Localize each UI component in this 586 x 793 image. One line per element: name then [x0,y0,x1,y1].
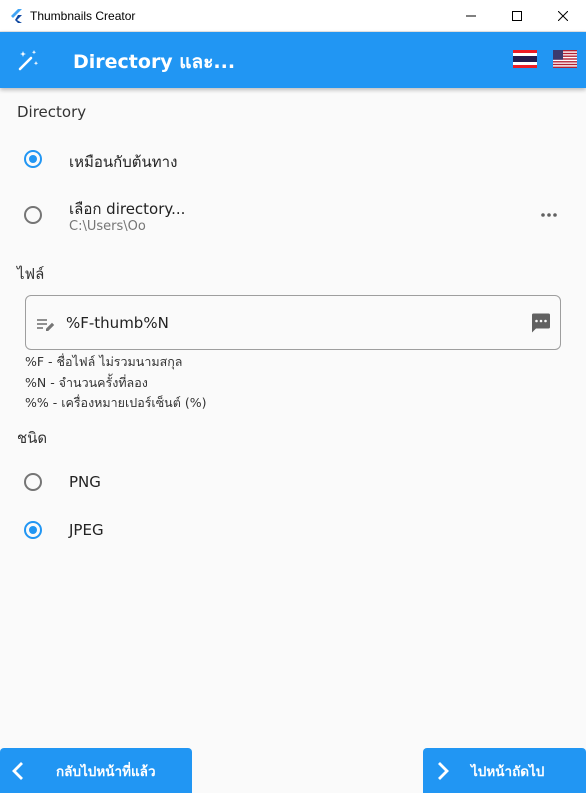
minimize-icon [466,15,476,17]
directory-label: Directory [17,103,87,121]
type-label: ชนิด [17,429,48,447]
radio-choose-directory[interactable] [24,206,42,224]
radio-png[interactable] [24,473,42,491]
back-button[interactable]: กลับไปหน้าที่แล้ว [0,748,192,793]
option-same-as-source-label: เหมือนกับต้นทาง [69,153,178,171]
chevron-right-icon [438,761,449,780]
radio-same-as-source[interactable] [24,150,42,168]
help-text-percent: %% - เครื่องหมายเปอร์เซ็นต์ (%) [25,395,207,410]
app-bar: Directory และ... [0,32,586,88]
more-horiz-icon[interactable] [540,208,558,222]
us-flag-icon[interactable] [553,50,577,68]
option-jpeg-label: JPEG [69,521,104,539]
page-title: Directory และ... [73,51,236,73]
help-text-filename: %F - ชื่อไฟล์ ไม่รวมนามสกุล [25,354,183,369]
close-button[interactable] [540,0,586,32]
selected-directory-path: C:\Users\Oo [69,219,146,234]
chat-bubble-icon[interactable] [530,312,552,334]
filename-pattern-field[interactable] [25,295,561,350]
chevron-left-icon [12,761,23,780]
radio-jpeg[interactable] [24,521,42,539]
next-button-label: ไปหน้าถัดไป [471,763,545,780]
flutter-logo-icon [11,8,22,23]
filename-pattern-input[interactable] [66,310,506,336]
magic-wand-icon [18,50,39,71]
back-button-label: กลับไปหน้าที่แล้ว [56,763,156,780]
close-icon [558,11,568,21]
option-choose-directory-label: เลือก directory... [69,200,186,218]
maximize-button[interactable] [494,0,540,32]
minimize-button[interactable] [448,0,494,32]
window-title: Thumbnails Creator [30,8,136,23]
help-text-count: %N - จำนวนครั้งที่ลอง [25,375,148,390]
edit-note-icon [37,319,55,331]
thai-flag-icon[interactable] [513,50,537,68]
next-button[interactable]: ไปหน้าถัดไป [423,748,586,793]
maximize-icon [512,11,522,21]
window-titlebar: Thumbnails Creator [0,0,586,32]
option-png-label: PNG [69,473,101,491]
file-label: ไฟล์ [17,265,45,283]
